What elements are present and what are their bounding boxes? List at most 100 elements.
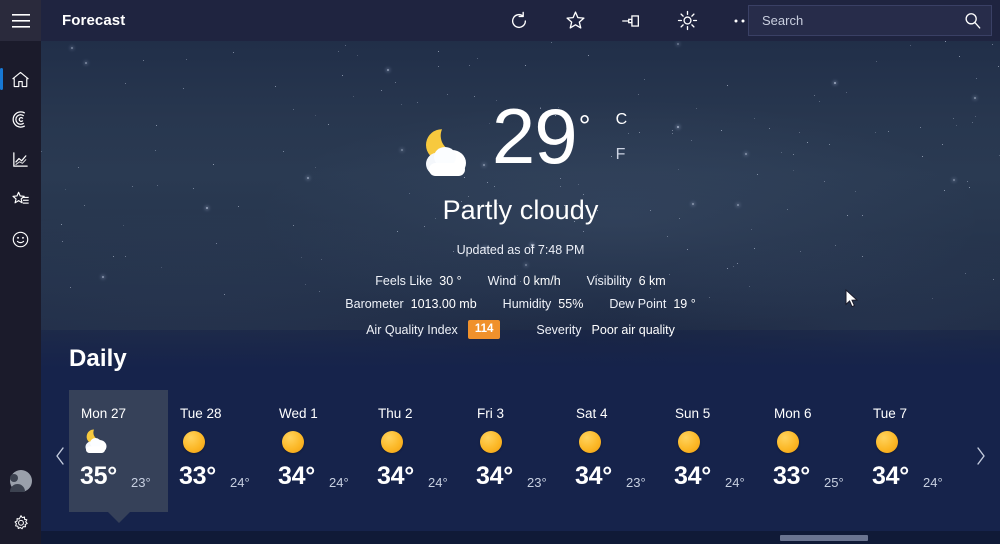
day-label: Sun 5 xyxy=(675,406,711,421)
detail-label: Feels Like xyxy=(375,274,433,288)
day-low-temp: 25° xyxy=(824,475,844,490)
favorite-button[interactable] xyxy=(547,0,603,41)
unit-celsius-button[interactable]: C xyxy=(616,111,628,129)
detail-label: Humidity xyxy=(502,297,552,311)
pin-icon xyxy=(622,14,639,27)
scrollbar-thumb[interactable] xyxy=(780,535,868,541)
day-label: Tue 28 xyxy=(180,406,222,421)
detail-label: Wind xyxy=(487,274,517,288)
daily-card-6[interactable]: Sun 5 34° 24° xyxy=(663,390,762,512)
chevron-right-icon xyxy=(977,447,985,465)
sidebar-item-home[interactable] xyxy=(0,59,41,99)
sunny-icon xyxy=(777,431,799,453)
day-high-temp: 33° xyxy=(179,462,216,490)
day-low-temp: 24° xyxy=(725,475,745,490)
sidebar-item-maps[interactable] xyxy=(0,99,41,139)
detail-visibility: Visibility 6 km xyxy=(587,274,666,288)
temperature-row: 29° C F xyxy=(41,41,1000,176)
detail-value: 19 ° xyxy=(673,297,696,311)
day-low-temp: 23° xyxy=(131,475,151,490)
detail-label: Dew Point xyxy=(609,297,667,311)
day-weather-icon xyxy=(378,428,412,456)
favorite-star-icon xyxy=(565,11,585,29)
rail-top-group xyxy=(0,0,41,259)
day-high-temp: 34° xyxy=(476,462,513,490)
day-weather-icon xyxy=(477,428,511,456)
day-low-temp: 24° xyxy=(329,475,349,490)
brightness-icon xyxy=(677,10,697,31)
sunny-icon xyxy=(678,431,700,453)
detail-value: 55% xyxy=(558,297,584,311)
hamburger-menu-button[interactable] xyxy=(0,0,41,41)
settings-button[interactable] xyxy=(0,502,41,544)
day-low-temp: 23° xyxy=(626,475,646,490)
refresh-button[interactable] xyxy=(491,0,547,41)
detail-value: 0 km/h xyxy=(523,274,561,288)
day-label: Tue 7 xyxy=(873,406,908,421)
brightness-button[interactable] xyxy=(659,0,715,41)
status-badge: 114 xyxy=(467,320,501,339)
day-weather-icon xyxy=(774,428,808,456)
details-row-1: Feels Like 30 ° Wind 0 km/h Visibility 6… xyxy=(41,274,1000,288)
sunny-icon xyxy=(876,431,898,453)
aqi-label: Air Quality Index xyxy=(366,322,458,337)
sidebar-item-feedback[interactable] xyxy=(0,219,41,259)
pin-button[interactable] xyxy=(603,0,659,41)
day-weather-icon xyxy=(576,428,610,456)
daily-card-3[interactable]: Thu 2 34° 24° xyxy=(366,390,465,512)
day-low-temp: 23° xyxy=(527,475,547,490)
day-low-temp: 24° xyxy=(923,475,943,490)
trend-chart-icon xyxy=(13,151,28,167)
daily-card-1[interactable]: Tue 28 33° 24° xyxy=(168,390,267,512)
account-avatar-icon xyxy=(9,470,32,492)
sunny-icon xyxy=(480,431,502,453)
smiley-face-icon xyxy=(12,231,29,247)
detail-value: 1013.00 mb xyxy=(410,297,477,311)
daily-card-7[interactable]: Mon 6 33° 25° xyxy=(762,390,861,512)
daily-section-heading: Daily xyxy=(69,345,127,372)
day-weather-icon xyxy=(873,428,907,456)
day-weather-icon xyxy=(81,428,115,456)
day-low-temp: 24° xyxy=(428,475,448,490)
sunny-icon xyxy=(282,431,304,453)
detail-value: 6 km xyxy=(638,274,666,288)
horizontal-scrollbar[interactable] xyxy=(41,531,1000,544)
day-label: Sat 4 xyxy=(576,406,608,421)
day-weather-icon xyxy=(279,428,313,456)
daily-card-0[interactable]: Mon 27 35° 23° xyxy=(69,390,168,523)
day-high-temp: 34° xyxy=(872,462,909,490)
search-input[interactable] xyxy=(749,13,953,28)
current-temperature: 29° xyxy=(492,97,591,175)
account-button[interactable] xyxy=(0,460,41,502)
sidebar-item-historical[interactable] xyxy=(0,139,41,179)
weather-details: Feels Like 30 ° Wind 0 km/h Visibility 6… xyxy=(41,274,1000,339)
search-box[interactable] xyxy=(748,5,992,36)
weather-app-window: Forecast Search 29° C F Partly cloudy Up… xyxy=(0,0,1000,544)
day-label: Mon 27 xyxy=(81,406,127,421)
chevron-left-icon xyxy=(56,447,64,465)
daily-card-2[interactable]: Wed 1 34° 24° xyxy=(267,390,366,512)
toolbar-icon-group xyxy=(491,0,771,41)
daily-prev-button[interactable] xyxy=(49,436,71,476)
left-navigation-rail xyxy=(0,0,41,544)
detail-label: Barometer xyxy=(345,297,404,311)
daily-card-5[interactable]: Sat 4 34° 23° xyxy=(564,390,663,512)
search-submit-button[interactable] xyxy=(953,6,991,35)
day-low-temp: 24° xyxy=(230,475,250,490)
day-high-temp: 35° xyxy=(80,462,117,490)
degree-symbol: ° xyxy=(578,110,591,143)
day-weather-icon xyxy=(180,428,214,456)
sidebar-item-favorites[interactable] xyxy=(0,179,41,219)
detail-dew-point: Dew Point 19 ° xyxy=(609,297,695,311)
unit-fahrenheit-button[interactable]: F xyxy=(616,146,626,164)
day-high-temp: 33° xyxy=(773,462,810,490)
search-icon xyxy=(964,13,980,29)
day-high-temp: 34° xyxy=(278,462,315,490)
detail-humidity: Humidity 55% xyxy=(503,297,584,311)
daily-card-4[interactable]: Fri 3 34° 23° xyxy=(465,390,564,512)
sunny-icon xyxy=(381,431,403,453)
air-quality-row: Air Quality Index 114 Severity Poor air … xyxy=(41,320,1000,339)
moon-behind-cloud-icon xyxy=(414,123,480,183)
daily-next-button[interactable] xyxy=(970,436,992,476)
daily-card-8[interactable]: Tue 7 34° 24° xyxy=(861,390,960,512)
